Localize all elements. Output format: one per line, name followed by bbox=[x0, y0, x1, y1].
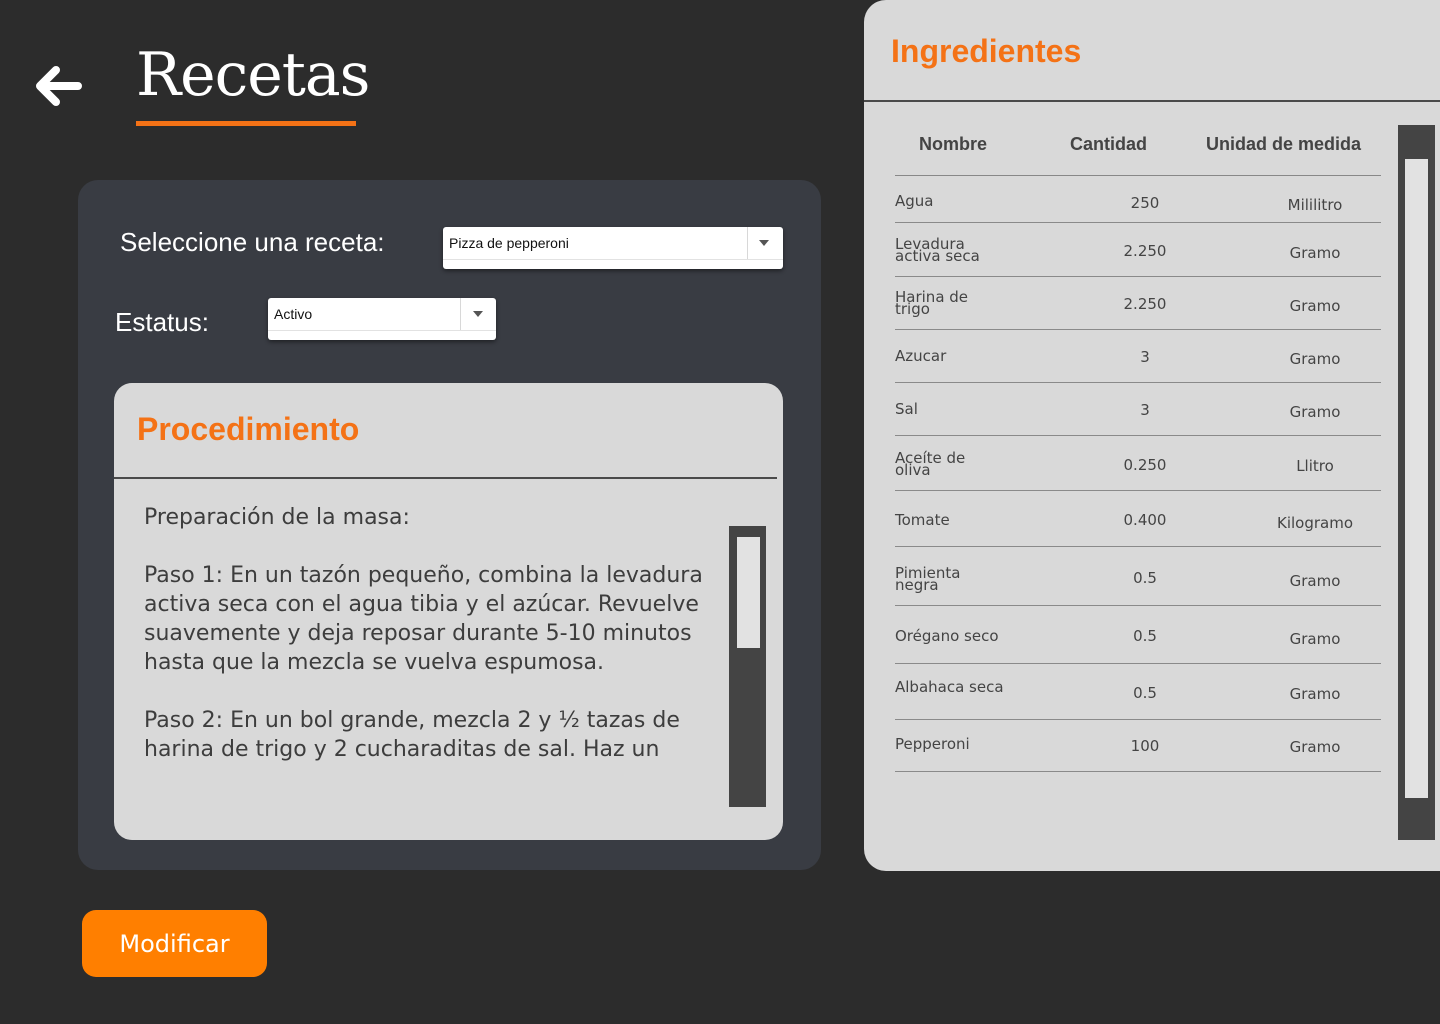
ingredient-quantity: 2.250 bbox=[1123, 295, 1167, 313]
select-separator bbox=[747, 227, 748, 259]
select-separator bbox=[460, 298, 461, 330]
ingredient-quantity: 0.5 bbox=[1133, 569, 1157, 587]
ingredient-quantity: 2.250 bbox=[1123, 242, 1167, 260]
ingredient-name: Pimienta negra bbox=[895, 564, 961, 594]
table-row: Agua 250 Mililitro bbox=[895, 176, 1381, 223]
column-header-cantidad: Cantidad bbox=[1070, 134, 1148, 154]
ingredient-unit: Gramo bbox=[1289, 685, 1341, 703]
ingredient-name: Orégano seco bbox=[895, 627, 999, 645]
ingredient-quantity: 0.5 bbox=[1133, 684, 1157, 702]
procedure-paragraph: Preparación de la masa: bbox=[144, 505, 410, 530]
status-select[interactable]: Activo bbox=[268, 298, 496, 340]
table-row: Sal 3 Gramo bbox=[895, 383, 1381, 436]
table-row: Aceíte de oliva 0.250 Llitro bbox=[895, 436, 1381, 491]
procedure-paragraph: Paso 1: En un tazón pequeño, combina la … bbox=[144, 563, 703, 675]
ingredient-unit: Gramo bbox=[1289, 350, 1341, 368]
table-row: Pimienta negra 0.5 Gramo bbox=[895, 547, 1381, 606]
ingredient-unit: Kilogramo bbox=[1276, 514, 1354, 532]
ingredient-name: Sal bbox=[895, 400, 918, 418]
procedure-divider bbox=[114, 477, 777, 479]
ingredient-name: Aceíte de oliva bbox=[895, 449, 966, 479]
procedure-card: Procedimiento Preparación de la masa: Pa… bbox=[114, 383, 783, 840]
ingredient-unit: Mililitro bbox=[1287, 196, 1343, 214]
procedure-paragraph: Paso 2: En un bol grande, mezcla 2 y ½ t… bbox=[144, 708, 680, 762]
table-row: Azucar 3 Gramo bbox=[895, 330, 1381, 383]
recipe-select[interactable]: Pizza de pepperoni bbox=[443, 227, 783, 269]
ingredients-scroll-thumb[interactable] bbox=[1405, 159, 1428, 798]
arrow-left-icon[interactable] bbox=[32, 62, 84, 110]
recipe-select-value: Pizza de pepperoni bbox=[449, 235, 569, 251]
table-row: Tomate 0.400 Kilogramo bbox=[895, 491, 1381, 547]
procedure-text: Preparación de la masa: Paso 1: En un ta… bbox=[144, 503, 714, 803]
ingredient-name: Tomate bbox=[895, 511, 950, 529]
table-row: Orégano seco 0.5 Gramo bbox=[895, 606, 1381, 664]
table-row: Pepperoni 100 Gramo bbox=[895, 720, 1381, 772]
ingredient-quantity: 3 bbox=[1140, 401, 1150, 419]
select-underline bbox=[268, 330, 496, 331]
ingredient-name: Albahaca seca bbox=[895, 678, 1004, 696]
ingredient-unit: Gramo bbox=[1289, 572, 1341, 590]
ingredient-quantity: 0.250 bbox=[1123, 456, 1167, 474]
ingredient-quantity: 3 bbox=[1140, 348, 1150, 366]
ingredients-title: Ingredientes bbox=[891, 33, 1082, 69]
status-select-label: Estatus: bbox=[115, 307, 209, 337]
column-header-nombre: Nombre bbox=[919, 134, 988, 154]
ingredient-unit: Gramo bbox=[1289, 738, 1341, 756]
procedure-scroll-thumb[interactable] bbox=[737, 537, 760, 648]
table-row: Levadura activa seca 2.250 Gramo bbox=[895, 223, 1381, 277]
page-title: Recetas bbox=[136, 40, 370, 110]
ingredients-panel: Ingredientes Nombre Cantidad Unidad de m… bbox=[864, 0, 1440, 871]
chevron-down-icon[interactable] bbox=[473, 311, 483, 317]
title-underline bbox=[136, 121, 356, 126]
ingredient-quantity: 0.5 bbox=[1133, 627, 1157, 645]
procedure-title: Procedimiento bbox=[137, 411, 360, 447]
table-row: Harina de trigo 2.250 Gramo bbox=[895, 277, 1381, 330]
procedure-scrollbar[interactable] bbox=[729, 526, 766, 807]
recipe-select-label: Seleccione una receta: bbox=[120, 227, 385, 257]
ingredients-divider bbox=[864, 100, 1440, 102]
ingredients-scrollbar[interactable] bbox=[1398, 125, 1435, 840]
ingredient-name: Pepperoni bbox=[895, 735, 970, 753]
ingredient-name: Levadura activa seca bbox=[895, 235, 980, 265]
recipe-panel: Seleccione una receta: Pizza de pepperon… bbox=[78, 180, 821, 870]
ingredient-quantity: 0.400 bbox=[1123, 511, 1167, 529]
select-underline bbox=[443, 259, 783, 260]
table-row: Albahaca seca 0.5 Gramo bbox=[895, 664, 1381, 720]
ingredient-name: Azucar bbox=[895, 347, 947, 365]
ingredient-unit: Gramo bbox=[1289, 297, 1341, 315]
ingredient-quantity: 100 bbox=[1130, 737, 1160, 755]
modify-button[interactable]: Modificar bbox=[82, 910, 267, 977]
ingredient-unit: Gramo bbox=[1289, 244, 1341, 262]
ingredient-name: Harina de trigo bbox=[895, 288, 969, 318]
ingredient-name: Agua bbox=[895, 192, 934, 210]
column-header-unidad: Unidad de medida bbox=[1206, 134, 1362, 154]
chevron-down-icon[interactable] bbox=[759, 240, 769, 246]
ingredient-quantity: 250 bbox=[1130, 194, 1160, 212]
status-select-value: Activo bbox=[274, 306, 313, 322]
ingredient-unit: Gramo bbox=[1289, 403, 1341, 421]
ingredient-unit: Llitro bbox=[1296, 457, 1334, 475]
ingredient-unit: Gramo bbox=[1289, 630, 1341, 648]
